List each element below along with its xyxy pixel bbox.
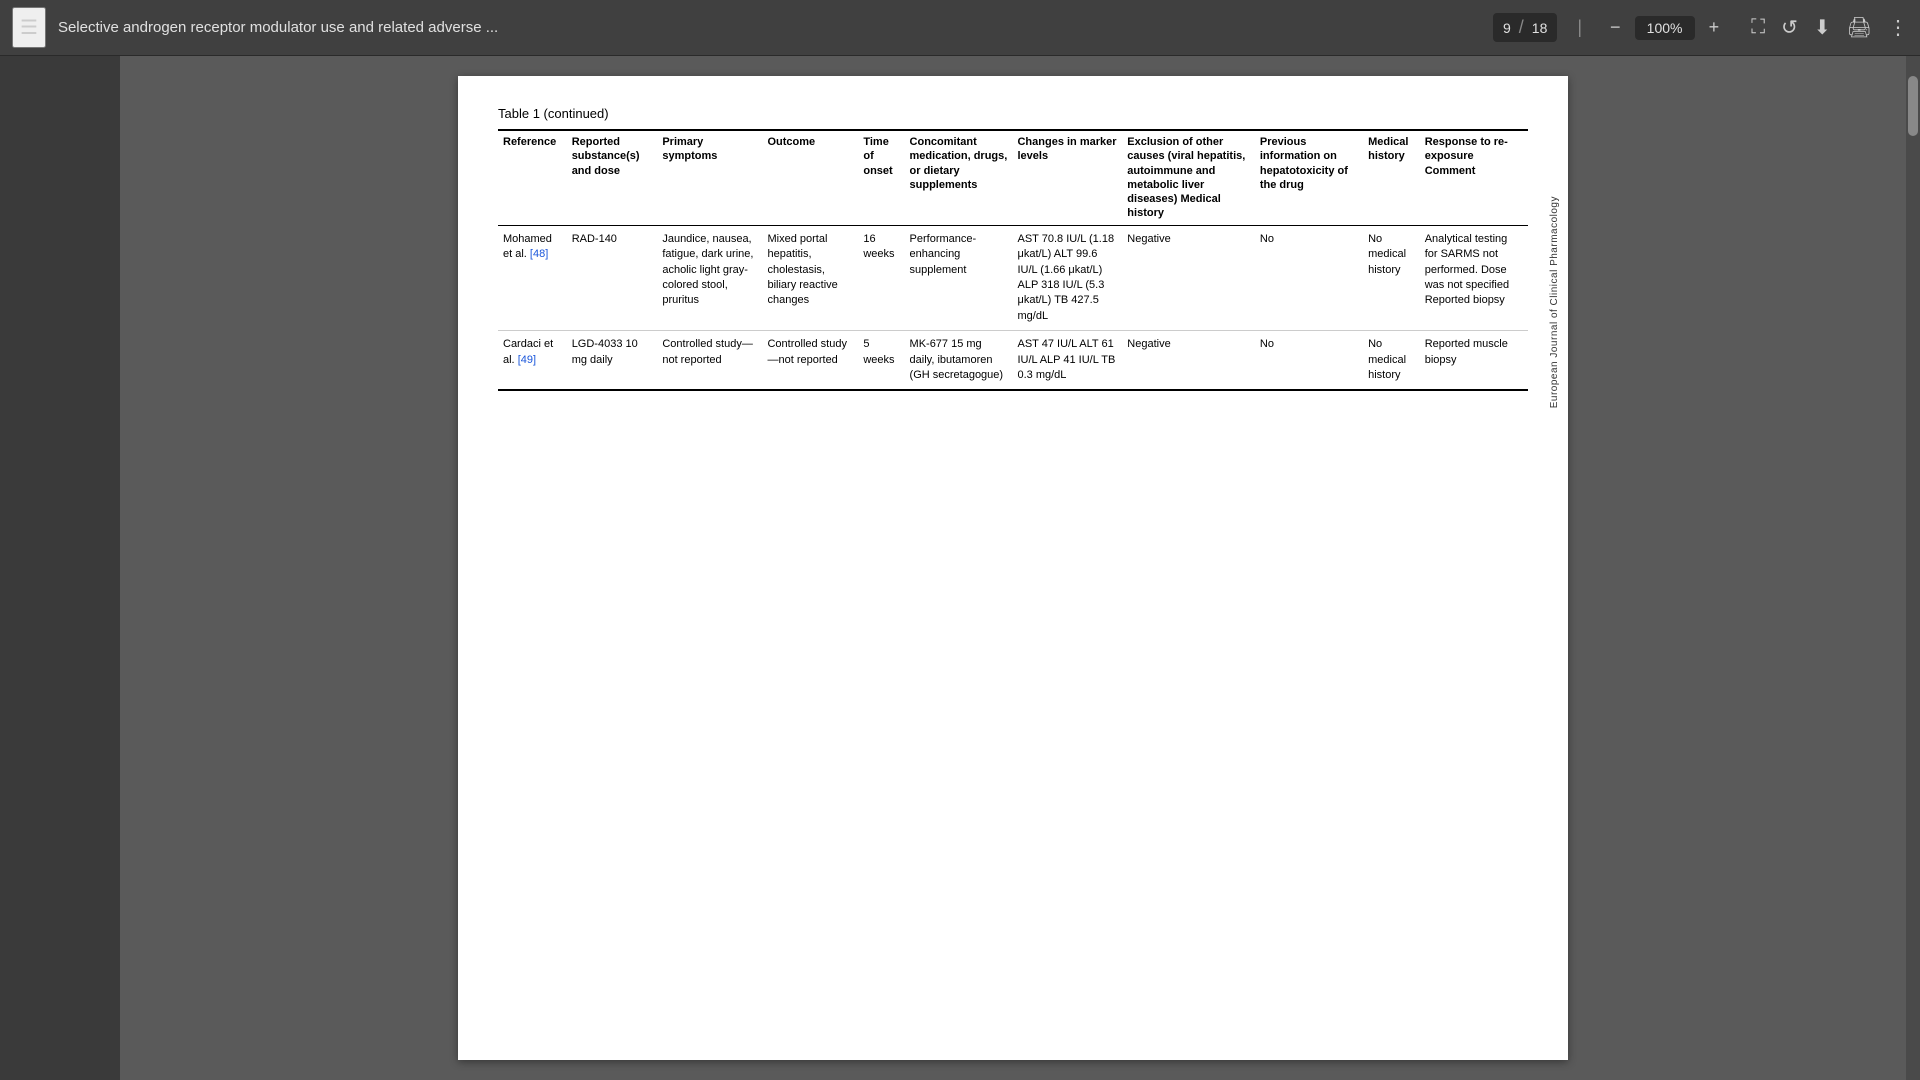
col-concomitant: Concomitant medication, drugs, or dietar…	[905, 130, 1013, 225]
history-button[interactable]: ↺	[1781, 15, 1798, 40]
left-sidebar	[0, 56, 120, 1080]
col-time: Time of onset	[858, 130, 904, 225]
toolbar-right-icons: ⛶ ↺ ⬇ 🖨 ⋮	[1751, 15, 1908, 40]
col-medical-history: Medical history	[1363, 130, 1420, 225]
cell-outcome-1: Mixed portal hepatitis, cholestasis, bil…	[762, 225, 858, 330]
page-current[interactable]: 9	[1503, 20, 1511, 36]
cell-time-2: 5 weeks	[858, 331, 904, 391]
ref-link-48[interactable]: [48]	[530, 248, 548, 260]
main-table: Reference Reported substance(s) and dose…	[498, 129, 1528, 391]
fit-page-button[interactable]: ⛶	[1751, 16, 1765, 39]
cell-symptoms-2: Controlled study—not reported	[657, 331, 762, 391]
ref-link-49[interactable]: [49]	[518, 354, 536, 366]
cell-exclusion-2: Negative	[1122, 331, 1255, 391]
cell-concomitant-2: MK-677 15 mg daily, ibutamoren (GH secre…	[905, 331, 1013, 391]
scrollbar-thumb[interactable]	[1908, 76, 1918, 136]
page-control: 9 / 18	[1493, 13, 1557, 42]
col-response: Response to re-exposure Comment	[1420, 130, 1528, 225]
zoom-out-button[interactable]: −	[1602, 13, 1629, 42]
col-reference: Reference	[498, 130, 567, 225]
scrollbar[interactable]	[1906, 56, 1920, 1080]
cell-concomitant-1: Performance-enhancing supplement	[905, 225, 1013, 330]
col-symptoms: Primary symptoms	[657, 130, 762, 225]
col-substance: Reported substance(s) and dose	[567, 130, 658, 225]
cell-markers-2: AST 47 IU/L ALT 61 IU/L ALP 41 IU/L TB 0…	[1012, 331, 1122, 391]
document-title: Selective androgen receptor modulator us…	[58, 19, 1481, 36]
cell-previous-2: No	[1255, 331, 1363, 391]
cell-reference-2: Cardaci et al. [49]	[498, 331, 567, 391]
print-button[interactable]: 🖨	[1847, 15, 1872, 40]
zoom-control: − 100% +	[1602, 13, 1727, 42]
cell-medical-2: No medical history	[1363, 331, 1420, 391]
cell-reference-1: Mohamed et al. [48]	[498, 225, 567, 330]
col-exclusion: Exclusion of other causes (viral hepatit…	[1122, 130, 1255, 225]
cell-exclusion-1: Negative	[1122, 225, 1255, 330]
col-markers: Changes in marker levels	[1012, 130, 1122, 225]
menu-button[interactable]: ☰	[12, 7, 46, 48]
cell-response-2: Reported muscle biopsy	[1420, 331, 1528, 391]
journal-label: European Journal of Clinical Pharmacolog…	[1549, 196, 1560, 408]
pdf-page: European Journal of Clinical Pharmacolog…	[458, 76, 1568, 1060]
zoom-value[interactable]: 100%	[1635, 16, 1695, 40]
cell-substance-1: RAD-140	[567, 225, 658, 330]
pdf-area[interactable]: European Journal of Clinical Pharmacolog…	[120, 56, 1906, 1080]
col-previous: Previous information on hepatotoxicity o…	[1255, 130, 1363, 225]
col-outcome: Outcome	[762, 130, 858, 225]
main-area: European Journal of Clinical Pharmacolog…	[0, 56, 1920, 1080]
cell-markers-1: AST 70.8 IU/L (1.18 μkat/L) ALT 99.6 IU/…	[1012, 225, 1122, 330]
page-total: 18	[1532, 20, 1548, 36]
table-row: Cardaci et al. [49] LGD-4033 10 mg daily…	[498, 331, 1528, 391]
cell-substance-2: LGD-4033 10 mg daily	[567, 331, 658, 391]
cell-previous-1: No	[1255, 225, 1363, 330]
cell-symptoms-1: Jaundice, nausea, fatigue, dark urine, a…	[657, 225, 762, 330]
cell-outcome-2: Controlled study—not reported	[762, 331, 858, 391]
zoom-in-button[interactable]: +	[1701, 13, 1728, 42]
cell-time-1: 16 weeks	[858, 225, 904, 330]
table-row: Mohamed et al. [48] RAD-140 Jaundice, na…	[498, 225, 1528, 330]
cell-response-1: Analytical testing for SARMS not perform…	[1420, 225, 1528, 330]
table-caption: Table 1 (continued)	[498, 106, 1528, 121]
toolbar: ☰ Selective androgen receptor modulator …	[0, 0, 1920, 56]
download-button[interactable]: ⬇	[1814, 15, 1831, 40]
cell-medical-1: No medical history	[1363, 225, 1420, 330]
more-options-button[interactable]: ⋮	[1888, 15, 1908, 40]
